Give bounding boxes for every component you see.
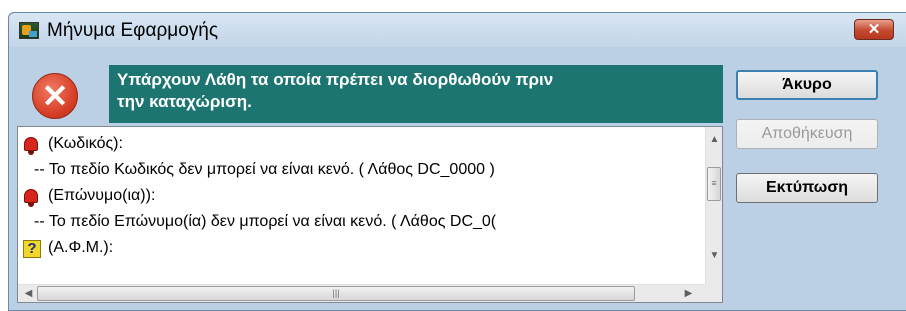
cancel-button[interactable]: Άκυρο: [736, 70, 878, 100]
app-icon: [19, 22, 39, 39]
scroll-right-arrow-icon[interactable]: ▶: [680, 285, 697, 302]
scroll-left-arrow-icon[interactable]: ◀: [20, 285, 37, 302]
scroll-up-arrow-icon[interactable]: ▲: [706, 131, 722, 148]
red-bell-icon: [21, 187, 39, 207]
scrollbar-corner: [705, 284, 722, 302]
red-bell-icon: [21, 135, 39, 155]
vertical-scroll-thumb[interactable]: ≡: [707, 167, 721, 201]
horizontal-scrollbar[interactable]: ◀ ||| ▶: [18, 284, 706, 302]
horizontal-scroll-thumb[interactable]: |||: [37, 286, 635, 301]
title-bar[interactable]: Μήνυμα Εφαρμογής ✕: [9, 13, 906, 47]
question-icon: ?: [21, 239, 41, 258]
error-list[interactable]: (Κωδικός): -- Το πεδίο Κωδικός δεν μπορε…: [17, 126, 723, 303]
window-title: Μήνυμα Εφαρμογής: [47, 20, 219, 41]
error-x-icon: ✕: [32, 73, 78, 119]
print-button[interactable]: Εκτύπωση: [736, 173, 878, 203]
save-button[interactable]: Αποθήκευση: [736, 119, 878, 149]
message-dialog: Μήνυμα Εφαρμογής ✕ ✕ Υπάρχουν Λάθη τα οπ…: [8, 12, 906, 311]
vertical-scrollbar[interactable]: ▲ ≡ ▼: [705, 127, 722, 285]
scroll-down-arrow-icon[interactable]: ▼: [706, 247, 722, 264]
close-button[interactable]: ✕: [854, 19, 894, 40]
error-message: Υπάρχουν Λάθη τα οποία πρέπει να διορθωθ…: [109, 65, 723, 123]
